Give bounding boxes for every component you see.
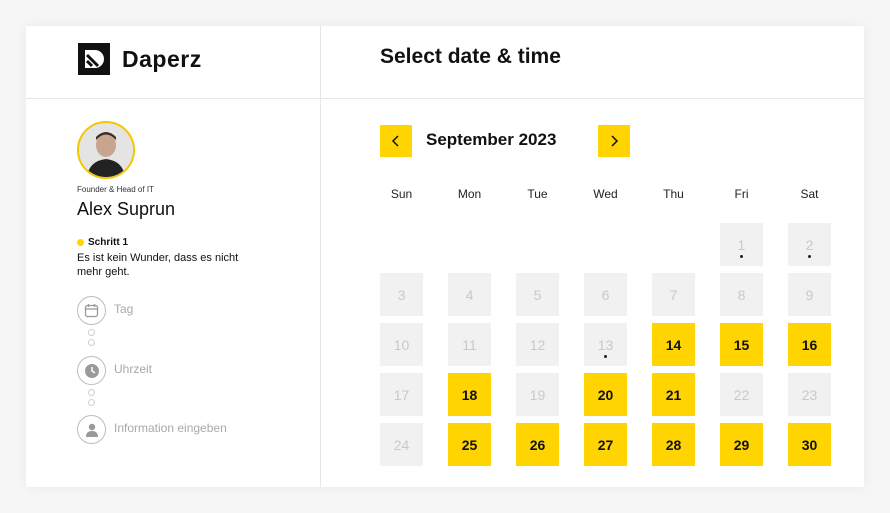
calendar-day: 17 (380, 373, 423, 416)
chevron-right-icon (611, 135, 619, 147)
weekday-sun: Sun (390, 187, 413, 201)
calendar-day-label: 20 (597, 386, 614, 403)
calendar-day-label: 24 (393, 436, 410, 453)
calendar-day-label: 29 (733, 436, 750, 453)
calendar-day: 10 (380, 323, 423, 366)
calendar-day: 23 (788, 373, 831, 416)
step-connector (88, 399, 95, 406)
calendar-day: 6 (584, 273, 627, 316)
calendar-day: 5 (516, 273, 559, 316)
step-connector (88, 329, 95, 336)
calendar-day-label: 5 (533, 286, 542, 303)
calendar-day-label: 18 (461, 386, 478, 403)
header-divider (26, 98, 864, 99)
calendar-icon (77, 296, 106, 325)
calendar-day[interactable]: 30 (788, 423, 831, 466)
calendar-day-label: 8 (737, 286, 746, 303)
calendar-day-label: 3 (397, 286, 406, 303)
calendar-day-label: 15 (733, 336, 750, 353)
day-marker-dot (604, 355, 607, 358)
page-title: Select date & time (380, 45, 561, 68)
calendar-day-label: 23 (801, 386, 818, 403)
chevron-left-icon (391, 135, 399, 147)
weekday-sat: Sat (800, 187, 819, 201)
calendar-day[interactable]: 16 (788, 323, 831, 366)
next-month-button[interactable] (598, 125, 630, 157)
step-connector (88, 389, 95, 396)
step-title: Schritt 1 (88, 237, 129, 248)
calendar-day: 24 (380, 423, 423, 466)
calendar-day[interactable]: 14 (652, 323, 695, 366)
calendar-day[interactable]: 28 (652, 423, 695, 466)
calendar-day-label: 7 (669, 286, 678, 303)
month-label: September 2023 (426, 130, 557, 149)
profile-role: Founder & Head of IT (77, 185, 154, 194)
calendar-day: 3 (380, 273, 423, 316)
step-connector (88, 339, 95, 346)
step-label-info: Information eingeben (114, 421, 227, 435)
calendar-day: 1 (720, 223, 763, 266)
calendar-day-label: 6 (601, 286, 610, 303)
weekday-fri: Fri (734, 187, 749, 201)
clock-icon (77, 356, 106, 385)
calendar-day-label: 9 (805, 286, 814, 303)
calendar-day: 12 (516, 323, 559, 366)
calendar-day-label: 26 (529, 436, 546, 453)
step-indicator-dot (77, 239, 84, 246)
calendar-day[interactable]: 29 (720, 423, 763, 466)
calendar-day-label: 25 (461, 436, 478, 453)
calendar-day: 2 (788, 223, 831, 266)
calendar-day: 13 (584, 323, 627, 366)
calendar-day[interactable]: 21 (652, 373, 695, 416)
calendar-day-label: 22 (733, 386, 750, 403)
calendar-day: 22 (720, 373, 763, 416)
calendar-day-label: 21 (665, 386, 682, 403)
calendar-day: 7 (652, 273, 695, 316)
step-description: Es ist kein Wunder, dass es nicht mehr g… (77, 252, 239, 278)
weekday-mon: Mon (457, 187, 482, 201)
calendar-day-label: 4 (465, 286, 474, 303)
calendar-day[interactable]: 15 (720, 323, 763, 366)
scheduler-card: Daperz Select date & time Founder & Head… (26, 26, 864, 487)
calendar-day-label: 30 (801, 436, 818, 453)
calendar-day: 4 (448, 273, 491, 316)
calendar-day[interactable]: 26 (516, 423, 559, 466)
logo-mark-icon (78, 43, 110, 75)
calendar-day-label: 17 (393, 386, 410, 403)
user-icon (77, 415, 106, 444)
day-marker-dot (740, 255, 743, 258)
calendar-day: 8 (720, 273, 763, 316)
prev-month-button[interactable] (380, 125, 412, 157)
current-step: Schritt 1 (77, 237, 128, 248)
step-label-tag: Tag (114, 302, 134, 316)
calendar-day-label: 28 (665, 436, 682, 453)
calendar-day-label: 27 (597, 436, 614, 453)
calendar-day-label: 10 (393, 336, 410, 353)
vertical-divider (320, 26, 321, 487)
day-marker-dot (808, 255, 811, 258)
weekday-thu: Thu (663, 187, 684, 201)
calendar-day: 9 (788, 273, 831, 316)
app-name: Daperz (122, 45, 202, 72)
logo: Daperz (78, 43, 202, 75)
calendar-day[interactable]: 25 (448, 423, 491, 466)
weekday-wed: Wed (593, 187, 618, 201)
calendar-day-label: 16 (801, 336, 818, 353)
calendar-day-label: 2 (805, 236, 814, 253)
calendar-day-label: 14 (665, 336, 682, 353)
calendar-day: 11 (448, 323, 491, 366)
calendar-day: 19 (516, 373, 559, 416)
calendar-day-label: 19 (529, 386, 546, 403)
avatar (77, 121, 135, 179)
calendar-day-label: 1 (737, 236, 746, 253)
calendar-day-label: 11 (462, 336, 477, 353)
calendar-day[interactable]: 20 (584, 373, 627, 416)
weekday-tue: Tue (527, 187, 548, 201)
calendar-day-label: 12 (529, 336, 546, 353)
calendar-day[interactable]: 18 (448, 373, 491, 416)
profile-name: Alex Suprun (77, 199, 176, 219)
calendar-day-label: 13 (597, 336, 614, 353)
calendar-day[interactable]: 27 (584, 423, 627, 466)
step-label-time: Uhrzeit (114, 362, 153, 376)
